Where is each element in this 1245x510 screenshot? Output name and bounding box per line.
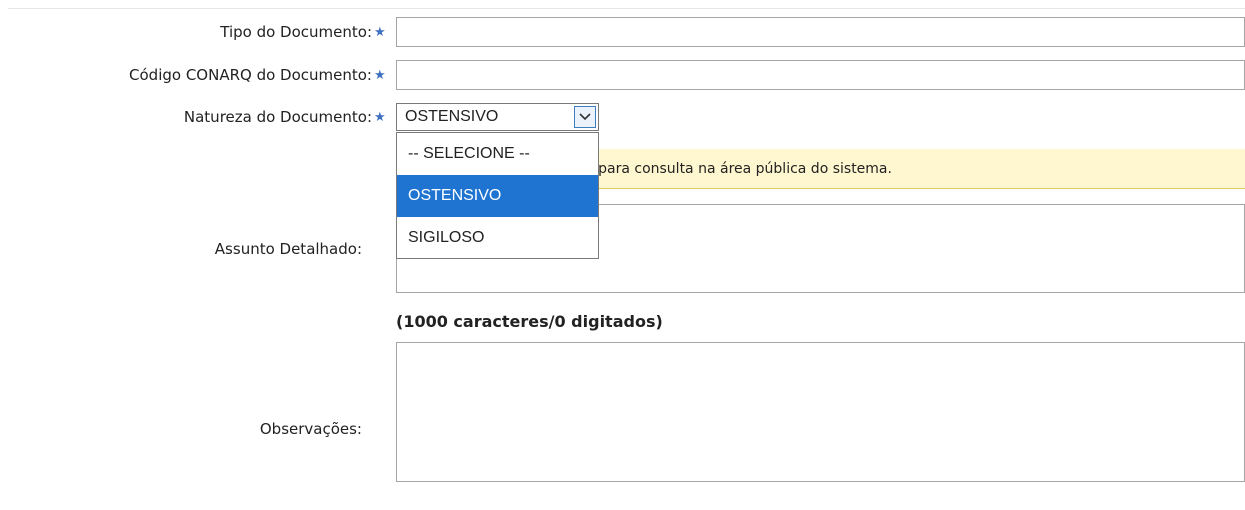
codigo-conarq-input[interactable] [396, 60, 1245, 90]
natureza-selected-value: OSTENSIVO [405, 108, 499, 125]
option-sigiloso[interactable]: SIGILOSO [397, 217, 598, 259]
option-selecione[interactable]: -- SELECIONE -- [397, 133, 598, 175]
chevron-down-icon-glyph [579, 113, 591, 121]
tipo-documento-input[interactable] [396, 17, 1245, 47]
label-natureza-documento: Natureza do Documento: [183, 108, 372, 126]
natureza-dropdown-list: -- SELECIONE -- OSTENSIVO SIGILOSO [396, 132, 599, 259]
label-assunto-detalhado: Assunto Detalhado: [214, 240, 362, 258]
required-star-icon: ★ [374, 68, 386, 83]
label-tipo-documento: Tipo do Documento: [220, 23, 372, 41]
required-star-icon: ★ [374, 110, 386, 125]
natureza-select[interactable]: OSTENSIVO [396, 103, 599, 131]
option-ostensivo[interactable]: OSTENSIVO [397, 175, 598, 217]
label-codigo-conarq: Código CONARQ do Documento: [129, 66, 372, 84]
label-observacoes: Observações: [259, 420, 362, 438]
chevron-down-icon[interactable] [574, 106, 596, 128]
observacoes-textarea[interactable] [396, 342, 1245, 482]
top-divider [8, 8, 1245, 9]
character-counter: (1000 caracteres/0 digitados) [396, 312, 663, 331]
required-star-icon: ★ [374, 25, 386, 40]
